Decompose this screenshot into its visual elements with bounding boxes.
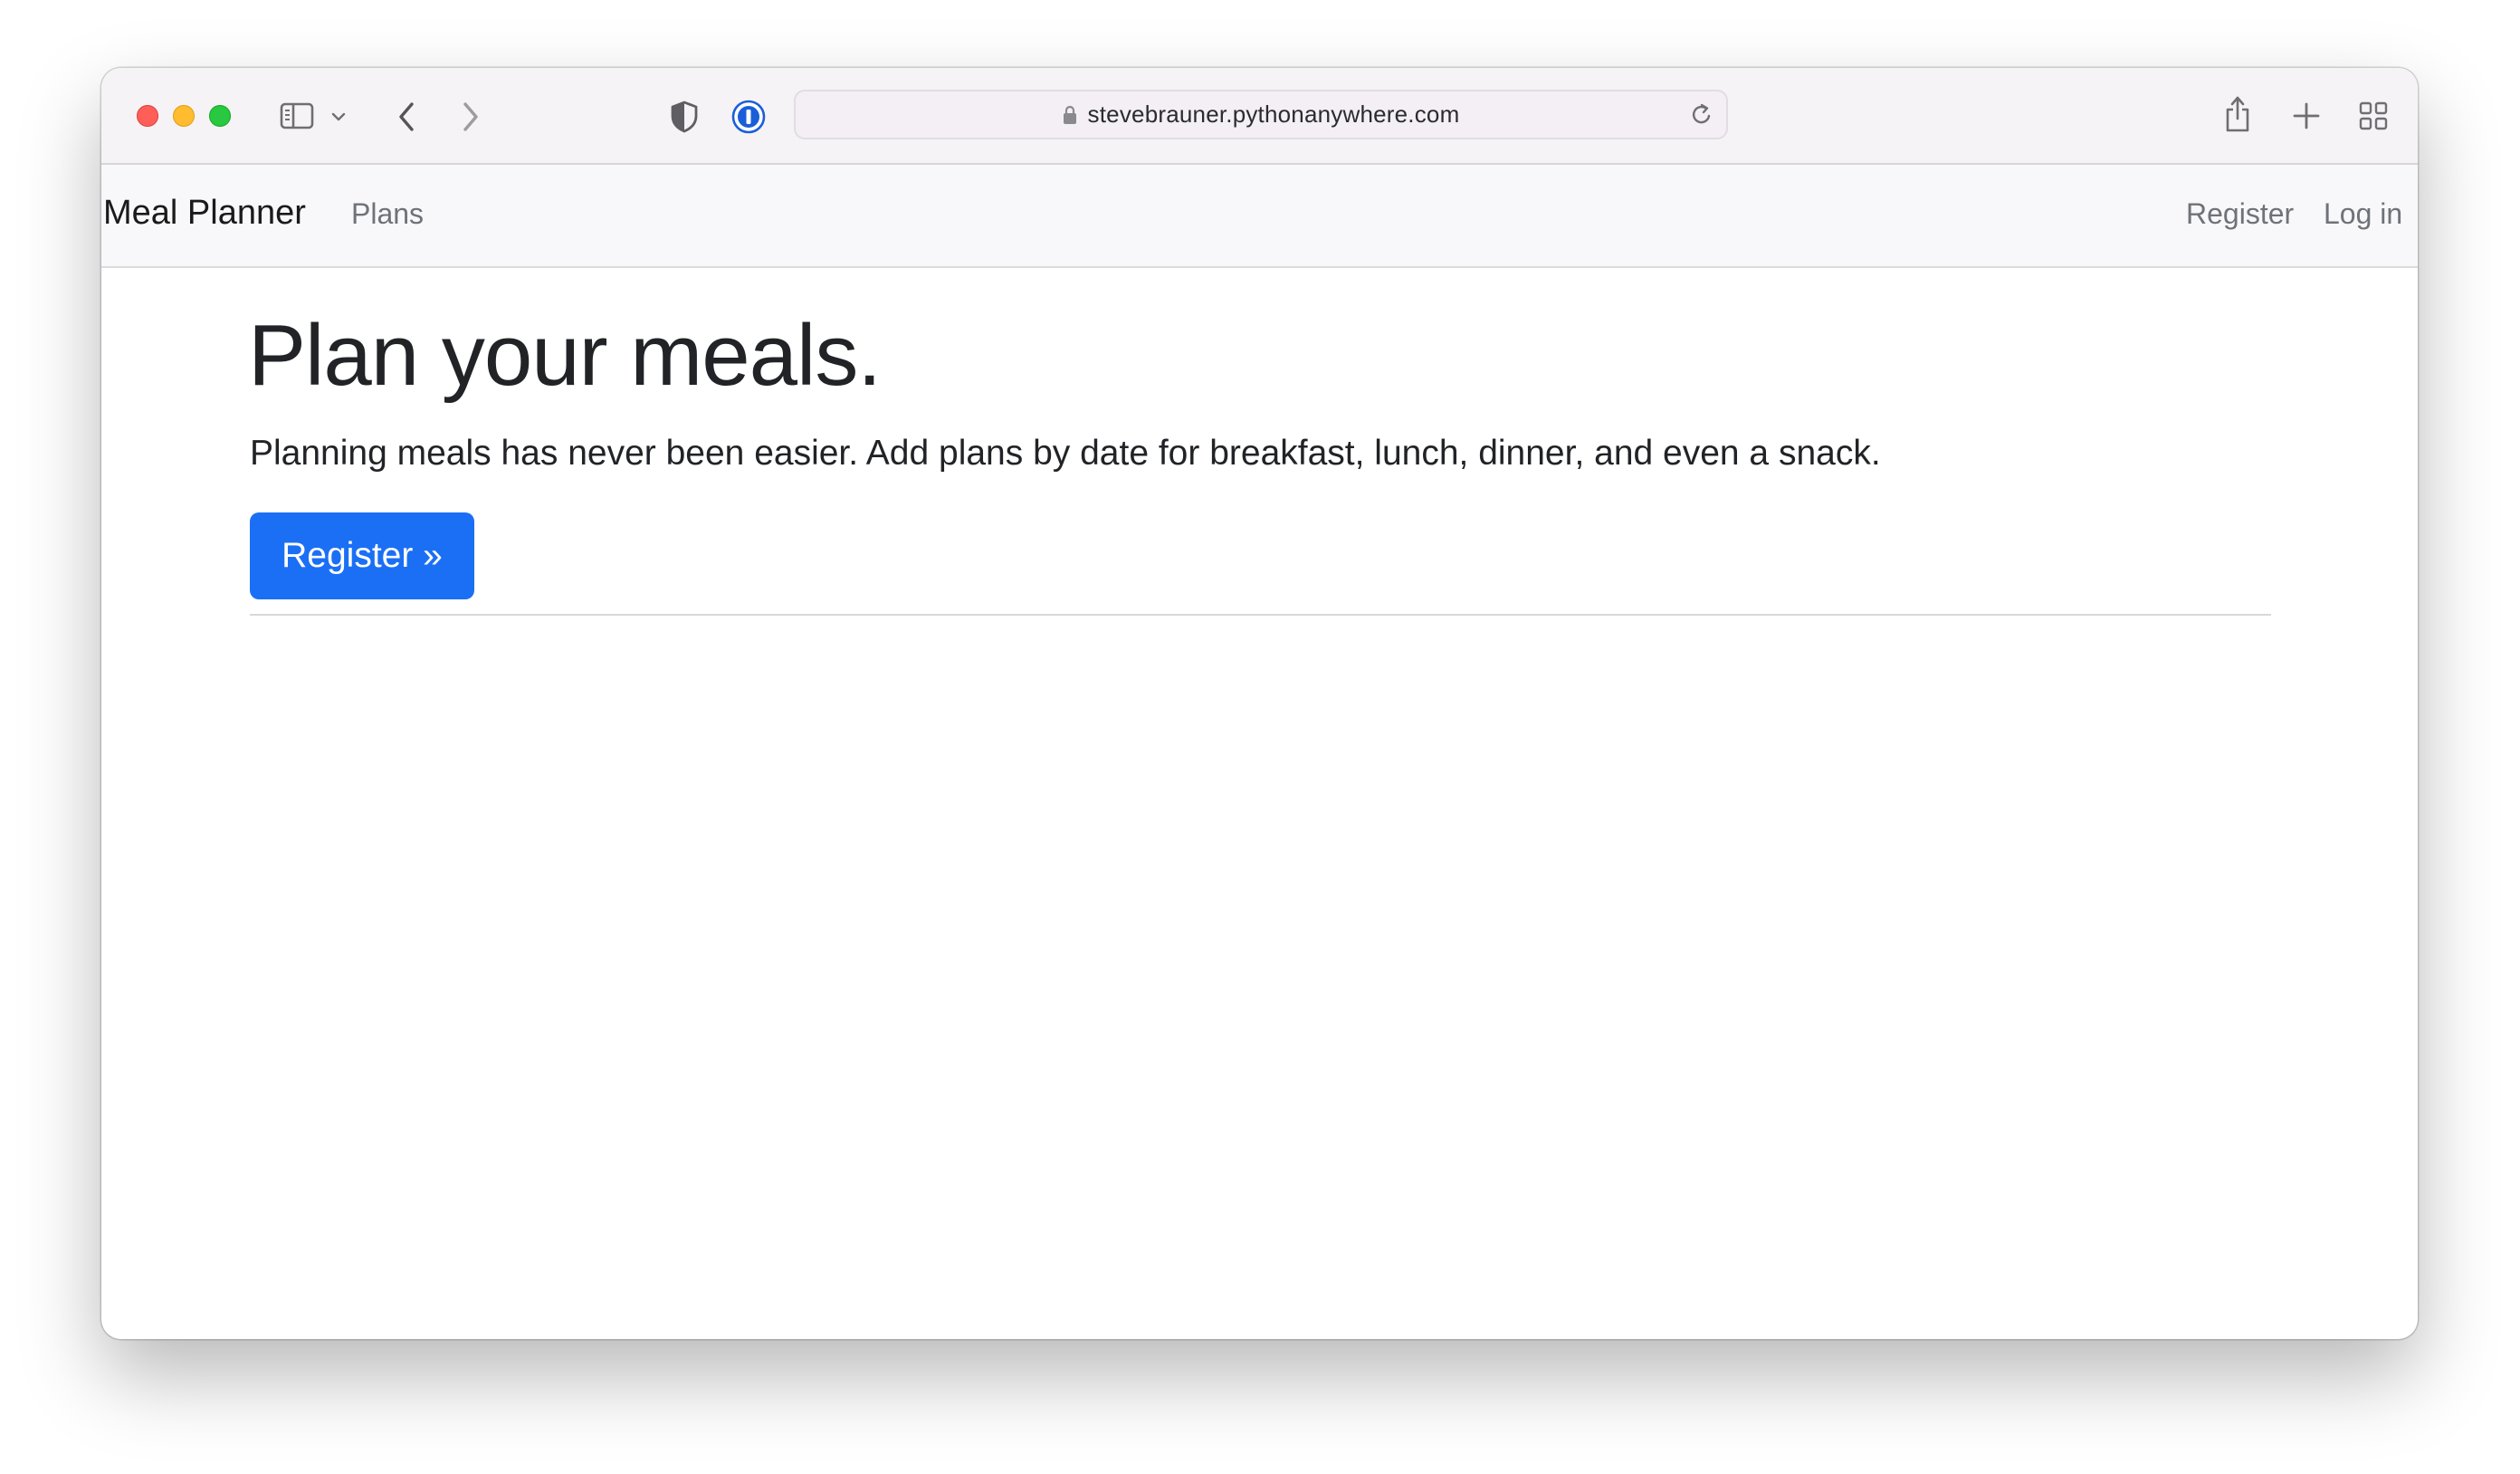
sidebar-icon[interactable] [278, 100, 316, 131]
address-bar[interactable]: stevebrauner.pythonanywhere.com [794, 90, 1728, 139]
browser-toolbar: stevebrauner.pythonanywhere.com [101, 68, 2418, 165]
browser-window: stevebrauner.pythonanywhere.com Meal Pla… [101, 68, 2418, 1339]
nav-link-login[interactable]: Log in [2324, 197, 2402, 231]
chevron-down-icon[interactable] [329, 108, 348, 126]
nav-link-plans[interactable]: Plans [351, 197, 424, 231]
tab-overview-icon[interactable] [2357, 100, 2390, 132]
hero-title: Plan your meals. [248, 307, 882, 404]
back-arrow-icon[interactable] [393, 99, 420, 135]
nav-link-register[interactable]: Register [2186, 197, 2294, 231]
password-manager-icon[interactable] [730, 99, 767, 135]
site-navbar: Meal Planner Plans Register Log in [101, 165, 2418, 268]
screenshot-stage: stevebrauner.pythonanywhere.com Meal Pla… [0, 0, 2520, 1474]
url-text: stevebrauner.pythonanywhere.com [1087, 100, 1460, 128]
maximize-window-button[interactable] [209, 105, 231, 127]
minimize-window-button[interactable] [173, 105, 195, 127]
share-icon[interactable] [2221, 93, 2254, 135]
lock-icon [1063, 105, 1077, 125]
hero-divider [250, 614, 2271, 616]
register-button[interactable]: Register » [250, 512, 474, 599]
shield-icon[interactable] [667, 99, 702, 135]
new-tab-icon[interactable] [2291, 100, 2322, 131]
reload-icon[interactable] [1690, 102, 1713, 132]
forward-arrow-icon[interactable] [457, 99, 484, 135]
brand-link[interactable]: Meal Planner [103, 194, 306, 233]
close-window-button[interactable] [137, 105, 158, 127]
hero-lead-text: Planning meals has never been easier. Ad… [250, 434, 1881, 473]
